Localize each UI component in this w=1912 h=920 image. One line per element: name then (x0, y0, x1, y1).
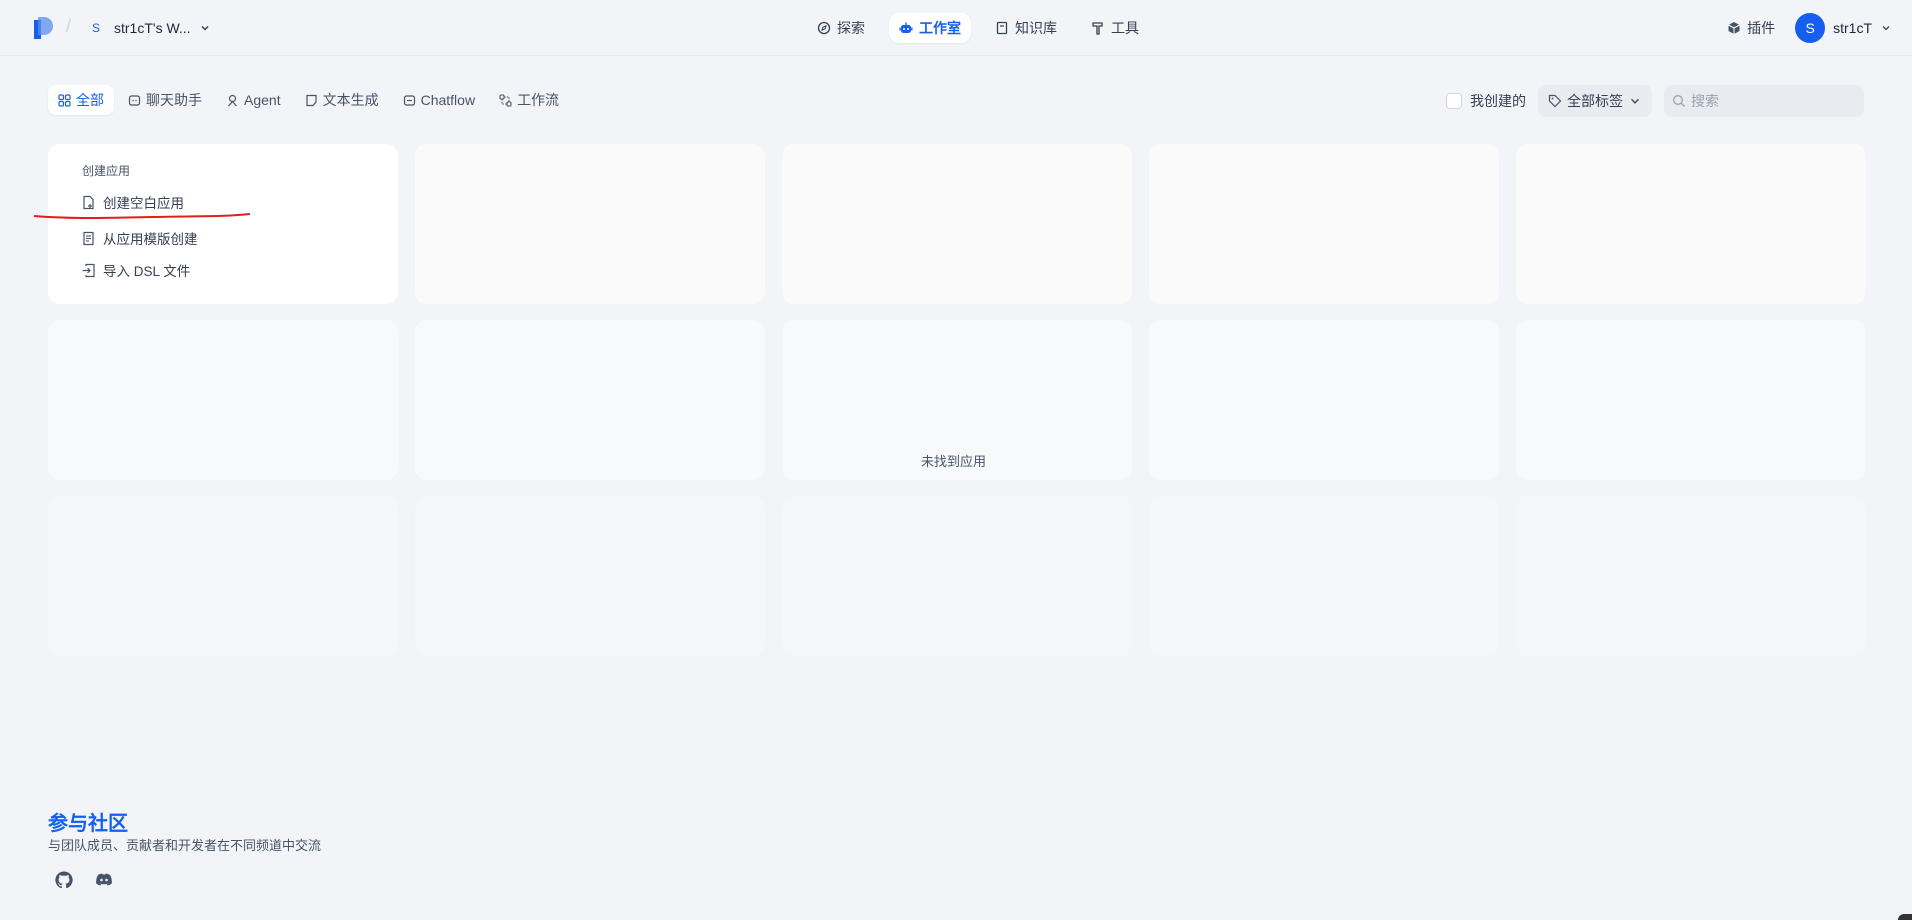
workflow-icon (499, 93, 512, 107)
chat-icon (128, 94, 141, 106)
compass-icon (817, 21, 831, 35)
placeholder-card (1149, 496, 1499, 656)
social-links (54, 870, 114, 890)
nav-tools-label: 工具 (1111, 20, 1139, 36)
chevron-down-icon (1882, 26, 1890, 31)
discord-icon[interactable] (94, 870, 114, 890)
agent-icon (228, 94, 237, 106)
tab-chat-assistant-label: 聊天助手 (146, 92, 202, 108)
search-icon (1673, 95, 1685, 107)
placeholder-card (782, 144, 1132, 304)
placeholder-card (1149, 144, 1499, 304)
nav-knowledge-label: 知识库 (1015, 20, 1057, 36)
import-dsl-label: 导入 DSL 文件 (103, 264, 191, 279)
tab-workflow-label: 工作流 (517, 92, 560, 108)
nav-knowledge[interactable]: 知识库 (985, 13, 1067, 43)
tab-agent[interactable]: Agent (216, 85, 291, 115)
create-blank-app-label: 创建空白应用 (103, 196, 184, 211)
plugin-label: 插件 (1747, 20, 1776, 36)
placeholder-card (48, 496, 398, 656)
tab-text-generation[interactable]: 文本生成 (295, 85, 389, 115)
workspace-name: str1cT's W... (114, 20, 191, 36)
grid-icon (58, 93, 71, 107)
search-box[interactable] (1664, 85, 1864, 117)
create-from-template-label: 从应用模版创建 (103, 232, 198, 247)
create-app-card: 创建应用 创建空白应用 从应用模版创建 导入 DSL 文件 (48, 144, 398, 304)
top-header: / S str1cT's W... 探索 工作室 知识库 工具 插件 S str… (0, 0, 1912, 56)
hammer-icon (1092, 22, 1103, 35)
main-nav: 探索 工作室 知识库 工具 (807, 13, 1149, 43)
tab-text-generation-label: 文本生成 (322, 92, 379, 108)
chevron-down-icon (201, 25, 209, 31)
chatflow-icon (403, 94, 415, 106)
empty-state-text: 未找到应用 (921, 454, 987, 469)
chevron-down-icon (1630, 98, 1640, 104)
tag-filter-dropdown[interactable]: 全部标签 (1538, 85, 1652, 117)
tab-agent-label: Agent (244, 92, 281, 108)
tab-chatflow-label: Chatflow (420, 92, 476, 108)
breadcrumb-separator: / (66, 16, 72, 36)
app-grid: 创建应用 创建空白应用 从应用模版创建 导入 DSL 文件 (48, 144, 1866, 656)
window-corner (1898, 914, 1912, 920)
doc-icon (305, 94, 317, 106)
filter-controls: 我创建的 全部标签 (1446, 85, 1864, 117)
file-plus-icon (83, 195, 94, 209)
placeholder-card (415, 496, 765, 656)
user-name: str1cT (1833, 20, 1872, 36)
tab-all-label: 全部 (76, 92, 104, 108)
community-title: 参与社区 (48, 813, 128, 835)
avatar: S (1795, 13, 1826, 43)
created-by-me-toggle[interactable]: 我创建的 (1446, 91, 1526, 111)
robot-icon (899, 22, 913, 33)
tab-chatflow[interactable]: Chatflow (393, 85, 485, 115)
cube-icon (1728, 22, 1740, 34)
placeholder-card (1516, 496, 1866, 656)
tab-chat-assistant[interactable]: 聊天助手 (118, 85, 212, 115)
created-by-me-checkbox[interactable] (1446, 93, 1462, 109)
tag-icon (1548, 94, 1562, 108)
github-icon[interactable] (54, 870, 74, 890)
placeholder-card (1516, 144, 1866, 304)
nav-studio[interactable]: 工作室 (889, 13, 971, 43)
community-description: 与团队成员、贡献者和开发者在不同频道中交流 (48, 838, 322, 853)
create-app-title: 创建应用 (82, 164, 131, 178)
book-icon (996, 21, 1008, 35)
import-icon (82, 263, 95, 277)
placeholder-card (1516, 320, 1866, 480)
placeholder-card (1149, 320, 1499, 480)
tab-all[interactable]: 全部 (48, 85, 114, 115)
annotation-underline (33, 213, 251, 219)
user-menu[interactable]: S str1cT (1795, 13, 1892, 43)
placeholder-card (48, 320, 398, 480)
app-logo-icon[interactable] (34, 17, 54, 39)
tag-filter-label: 全部标签 (1567, 93, 1623, 109)
nav-tools[interactable]: 工具 (1081, 13, 1149, 43)
search-input[interactable] (1691, 93, 1851, 109)
workspace-switcher[interactable]: S str1cT's W... (86, 14, 211, 42)
tab-workflow[interactable]: 工作流 (489, 85, 569, 115)
nav-explore[interactable]: 探索 (807, 13, 875, 43)
plugin-button[interactable]: 插件 (1727, 18, 1775, 38)
placeholder-card (782, 496, 1132, 656)
created-by-me-label: 我创建的 (1470, 93, 1526, 109)
header-right: 插件 S str1cT (1727, 13, 1892, 43)
nav-studio-label: 工作室 (919, 20, 961, 36)
template-icon (83, 231, 94, 245)
create-from-template-button[interactable]: 从应用模版创建 (62, 223, 384, 253)
placeholder-card (415, 144, 765, 304)
nav-explore-label: 探索 (837, 20, 865, 36)
placeholder-card (415, 320, 765, 480)
workspace-avatar: S (91, 21, 100, 35)
app-type-tabs: 全部 聊天助手 Agent 文本生成 Chatflow 工作流 (48, 85, 569, 115)
import-dsl-button[interactable]: 导入 DSL 文件 (62, 255, 384, 285)
